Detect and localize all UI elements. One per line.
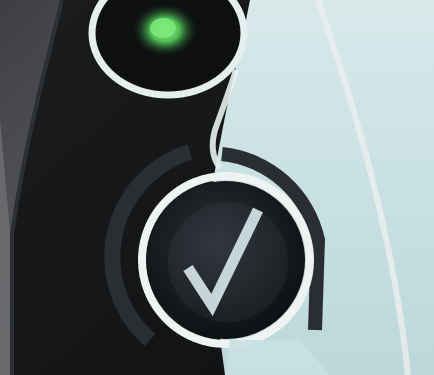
device-illustration xyxy=(0,0,434,375)
status-led xyxy=(88,0,248,99)
device-photo-scene xyxy=(0,0,434,375)
